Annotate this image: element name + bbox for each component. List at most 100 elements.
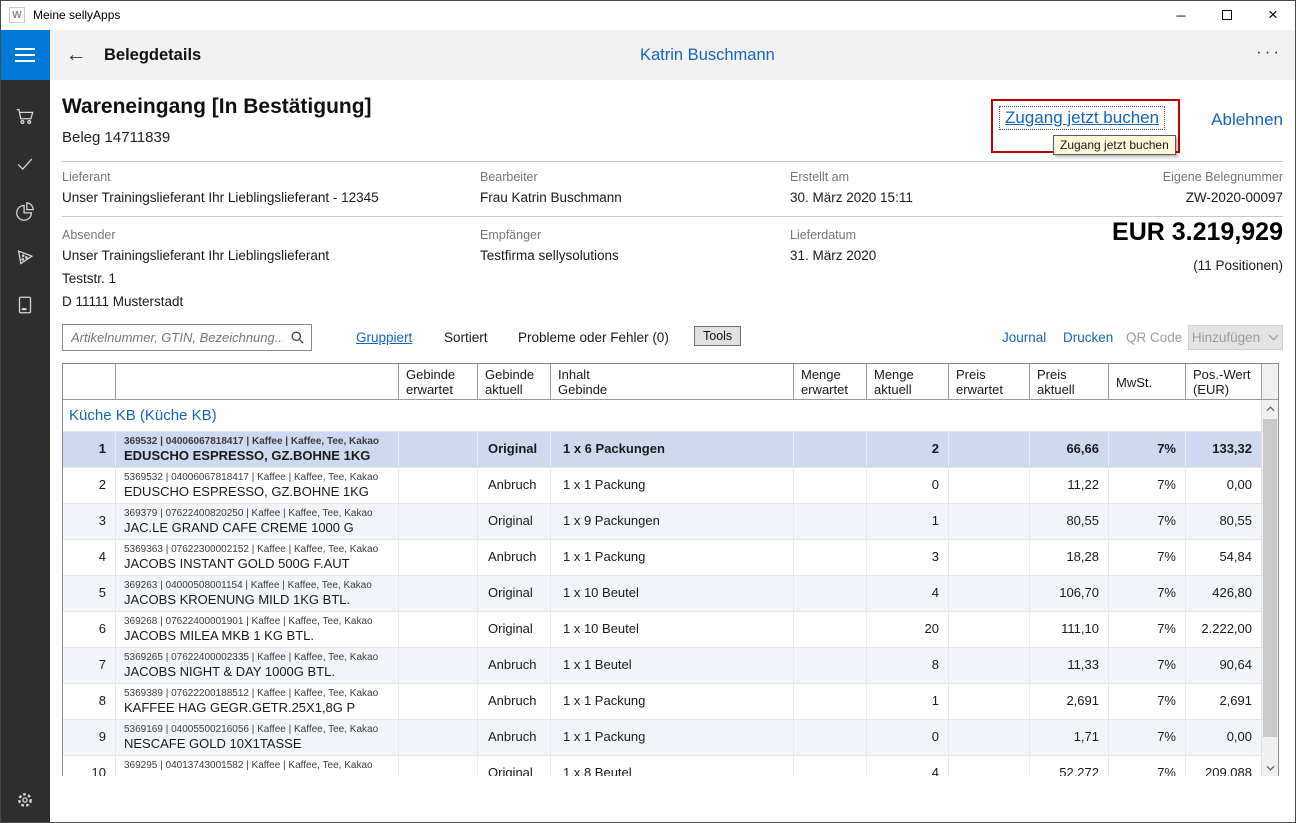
preis-erwartet-cell <box>949 468 1030 503</box>
table-row[interactable]: 1 369532 | 04006067818417 | Kaffee | Kaf… <box>63 431 1262 467</box>
article-cell: 5369532 | 04006067818417 | Kaffee | Kaff… <box>116 468 399 503</box>
article-name: EDUSCHO ESPRESSO, GZ.BOHNE 1KG <box>124 484 369 499</box>
pie-chart-icon[interactable] <box>14 200 36 222</box>
sorted-toggle[interactable]: Sortiert <box>444 330 488 345</box>
mwst-cell: 7% <box>1109 504 1186 539</box>
book-icon[interactable] <box>14 294 36 316</box>
field-belegnummer: Eigene Belegnummer ZW-2020-00097 <box>1162 170 1283 205</box>
gear-icon[interactable] <box>14 789 36 811</box>
search-input[interactable] <box>62 324 312 351</box>
problems-toggle[interactable]: Probleme oder Fehler (0) <box>518 330 669 345</box>
menge-aktuell-cell: 4 <box>867 576 949 611</box>
mwst-cell: 7% <box>1109 612 1186 647</box>
maximize-button[interactable] <box>1204 0 1250 30</box>
book-now-link[interactable]: Zugang jetzt buchen <box>999 106 1166 130</box>
preis-erwartet-cell <box>949 684 1030 719</box>
tools-button[interactable]: Tools <box>694 326 742 346</box>
table-row[interactable]: 2 5369532 | 04006067818417 | Kaffee | Ka… <box>63 467 1262 503</box>
grouped-toggle[interactable]: Gruppiert <box>356 330 412 345</box>
preis-erwartet-cell <box>949 504 1030 539</box>
col-header-gebinde-erwartet[interactable]: Gebinde erwartet <box>399 364 478 399</box>
row-number: 10 <box>63 756 116 776</box>
group-header[interactable]: Küche KB (Küche KB) <box>63 400 1262 431</box>
scrollbar-up-button[interactable] <box>1262 400 1278 417</box>
mwst-cell: 7% <box>1109 468 1186 503</box>
reject-link[interactable]: Ablehnen <box>1211 110 1283 130</box>
document-title: Wareneingang [In Bestätigung] <box>62 95 372 118</box>
mwst-cell: 7% <box>1109 648 1186 683</box>
hamburger-menu-button[interactable] <box>0 30 50 80</box>
print-link[interactable]: Drucken <box>1063 330 1113 345</box>
col-header-inhalt-gebinde[interactable]: Inhalt Gebinde <box>551 364 794 399</box>
minimize-button[interactable]: ─ <box>1158 0 1204 30</box>
col-header-mwst[interactable]: MwSt. <box>1109 364 1186 399</box>
mwst-cell: 7% <box>1109 576 1186 611</box>
col-header-preis-erwartet[interactable]: Preis erwartet <box>949 364 1030 399</box>
back-button[interactable]: ← <box>62 41 90 69</box>
table-row[interactable]: 8 5369389 | 07622200188512 | Kaffee | Ka… <box>63 683 1262 719</box>
check-icon[interactable] <box>14 153 36 175</box>
gebinde-erwartet-cell <box>399 648 478 683</box>
col-header-gebinde-aktuell[interactable]: Gebinde aktuell <box>478 364 551 399</box>
gebinde-aktuell-cell: Original <box>478 504 551 539</box>
row-number: 5 <box>63 576 116 611</box>
qr-code-link: QR Code <box>1126 330 1183 345</box>
table-row[interactable]: 9 5369169 | 04005500216056 | Kaffee | Ka… <box>63 719 1262 755</box>
pos-wert-cell: 0,00 <box>1186 468 1262 503</box>
field-bearbeiter: Bearbeiter Frau Katrin Buschmann <box>480 170 622 205</box>
total-amount: EUR 3.219,929 <box>1112 218 1283 246</box>
book-now-tooltip: Zugang jetzt buchen <box>1053 135 1176 155</box>
close-button[interactable]: × <box>1250 0 1296 30</box>
chevron-down-icon <box>1268 334 1279 341</box>
field-empfaenger: Empfänger Testfirma sellysolutions <box>480 228 619 263</box>
table-header: Gebinde erwartet Gebinde aktuell Inhalt Geb… <box>63 364 1278 400</box>
positions-table: Gebinde erwartet Gebinde aktuell Inhalt Geb… <box>62 363 1279 776</box>
user-name[interactable]: Katrin Buschmann <box>640 46 775 65</box>
article-meta: 369295 | 04013743001582 | Kaffee | Kaffe… <box>124 760 373 771</box>
search-icon[interactable] <box>290 330 305 350</box>
vertical-scrollbar[interactable] <box>1261 400 1278 776</box>
preis-erwartet-cell <box>949 576 1030 611</box>
col-header-menge-erwartet[interactable]: Menge erwartet <box>794 364 867 399</box>
article-cell: 369532 | 04006067818417 | Kaffee | Kaffe… <box>116 432 399 467</box>
table-row[interactable]: 4 5369363 | 07622300002152 | Kaffee | Ka… <box>63 539 1262 575</box>
gebinde-erwartet-cell <box>399 504 478 539</box>
pos-wert-cell: 426,80 <box>1186 576 1262 611</box>
menge-aktuell-cell: 8 <box>867 648 949 683</box>
document-number: Beleg 14711839 <box>62 129 171 146</box>
article-cell: 5369389 | 07622200188512 | Kaffee | Kaff… <box>116 684 399 719</box>
col-header-menge-aktuell[interactable]: Menge aktuell <box>867 364 949 399</box>
preis-erwartet-cell <box>949 720 1030 755</box>
scrollbar-thumb[interactable] <box>1263 419 1277 737</box>
col-header-preis-aktuell[interactable]: Preis aktuell <box>1030 364 1109 399</box>
article-cell: 5369169 | 04005500216056 | Kaffee | Kaff… <box>116 720 399 755</box>
gebinde-aktuell-cell: Anbruch <box>478 720 551 755</box>
preis-aktuell-cell: 111,10 <box>1030 612 1109 647</box>
inhalt-gebinde-cell: 1 x 10 Beutel <box>551 612 794 647</box>
table-row[interactable]: 10 369295 | 04013743001582 | Kaffee | Ka… <box>63 755 1262 776</box>
main-content: Wareneingang [In Bestätigung] Beleg 1471… <box>50 80 1296 823</box>
col-header-pos-wert[interactable]: Pos.-Wert (EUR) <box>1186 364 1262 399</box>
table-row[interactable]: 7 5369265 | 07622400002335 | Kaffee | Ka… <box>63 647 1262 683</box>
table-row[interactable]: 6 369268 | 07622400001901 | Kaffee | Kaf… <box>63 611 1262 647</box>
cart-icon[interactable] <box>14 105 36 127</box>
preis-aktuell-cell: 80,55 <box>1030 504 1109 539</box>
pos-wert-cell: 90,64 <box>1186 648 1262 683</box>
article-cell: 369295 | 04013743001582 | Kaffee | Kaffe… <box>116 756 399 776</box>
table-row[interactable]: 3 369379 | 07622400820250 | Kaffee | Kaf… <box>63 503 1262 539</box>
menge-aktuell-cell: 2 <box>867 432 949 467</box>
menge-aktuell-cell: 4 <box>867 756 949 776</box>
divider <box>62 161 1283 162</box>
journal-link[interactable]: Journal <box>1002 330 1046 345</box>
article-name: NESCAFE GOLD 10X1TASSE <box>124 736 302 751</box>
preis-aktuell-cell: 18,28 <box>1030 540 1109 575</box>
table-row[interactable]: 5 369263 | 04000508001154 | Kaffee | Kaf… <box>63 575 1262 611</box>
menge-erwartet-cell <box>794 576 867 611</box>
article-cell: 369268 | 07622400001901 | Kaffee | Kaffe… <box>116 612 399 647</box>
field-erstellt-am: Erstellt am 30. März 2020 15:11 <box>790 170 913 205</box>
article-cell: 369379 | 07622400820250 | Kaffee | Kaffe… <box>116 504 399 539</box>
pennant-icon[interactable] <box>14 247 36 269</box>
more-menu-button[interactable]: ··· <box>1256 42 1282 62</box>
scrollbar-down-button[interactable] <box>1262 759 1278 776</box>
gebinde-erwartet-cell <box>399 432 478 467</box>
